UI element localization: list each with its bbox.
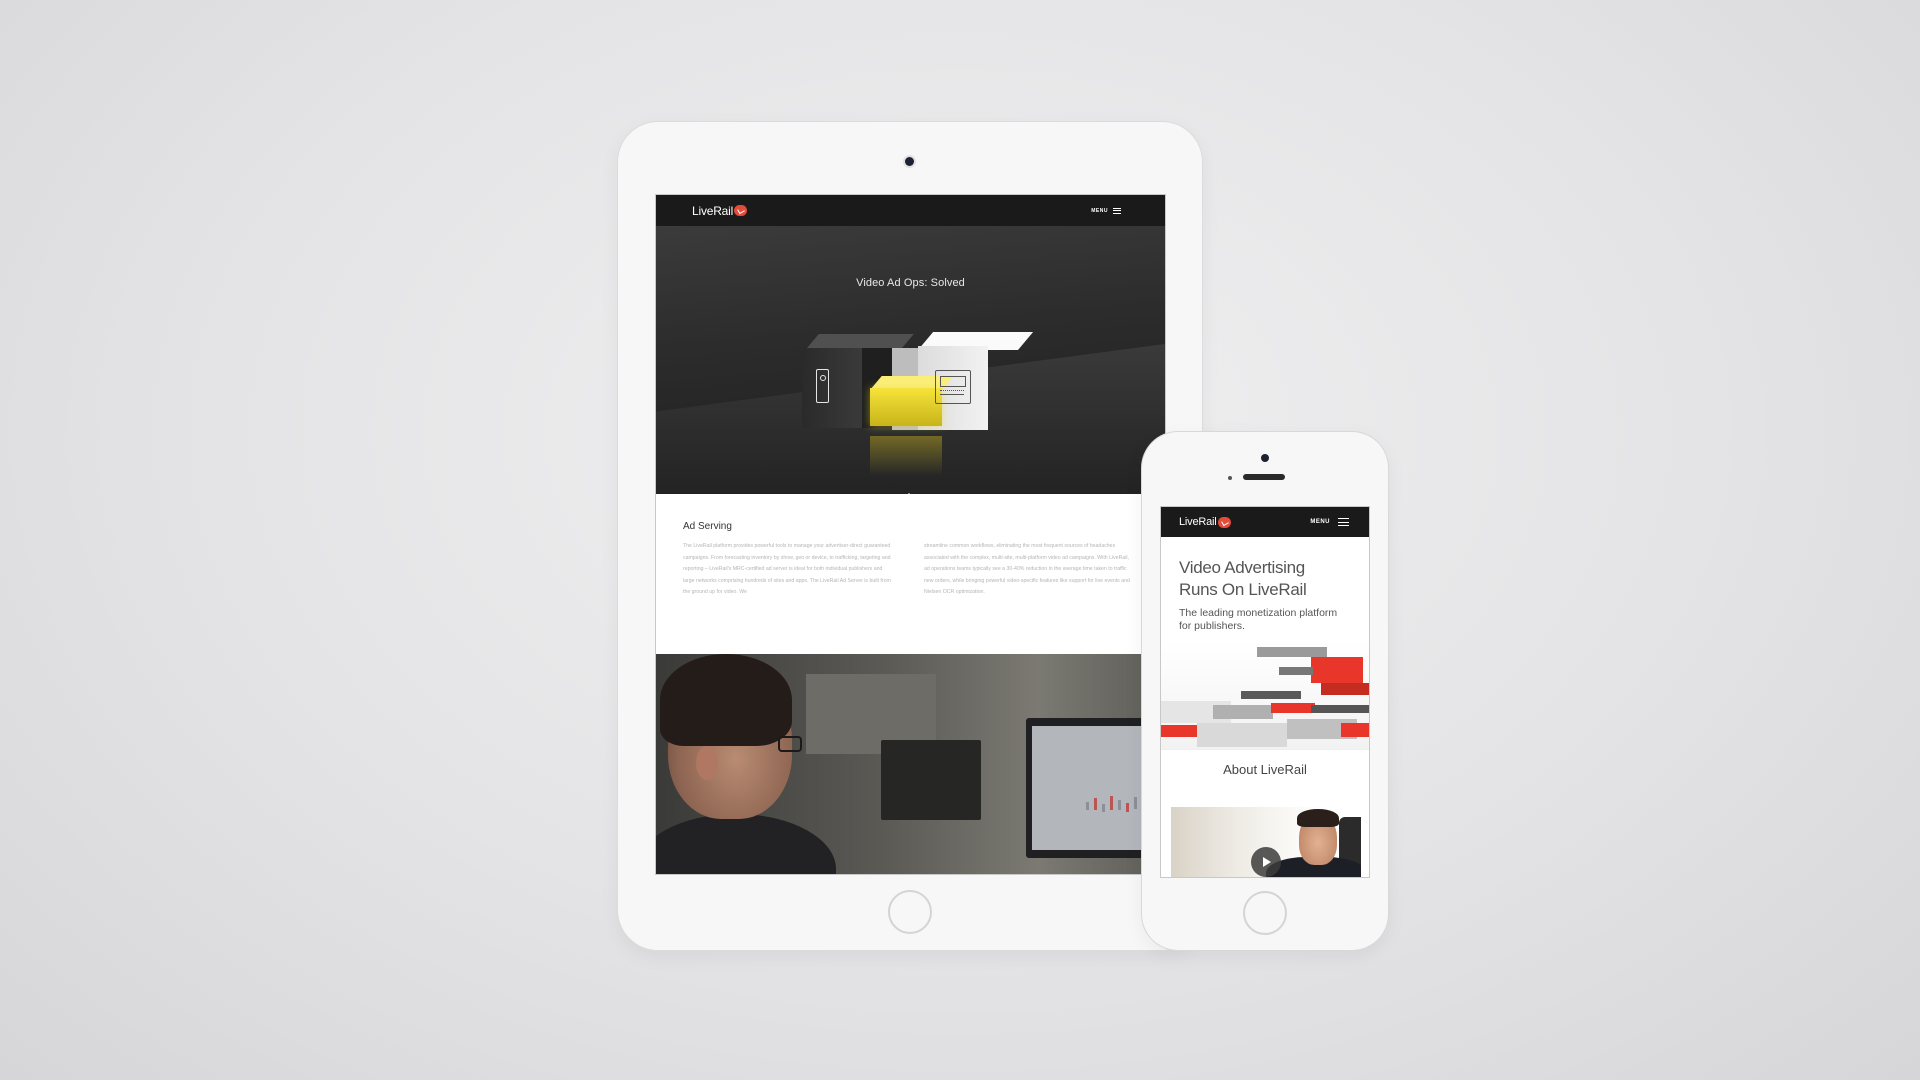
grey-block: [1241, 691, 1301, 699]
phone-camera: [1261, 454, 1269, 462]
menu-label: MENU: [1091, 207, 1108, 214]
tablet-logo[interactable]: LiveRail: [692, 203, 748, 218]
phone-hero-subtitle: The leading monetization platform for pu…: [1179, 607, 1351, 633]
hamburger-icon: [1338, 518, 1349, 526]
logo-mark-icon: [734, 205, 748, 216]
hero-subtitle-line1: The leading monetization platform: [1179, 607, 1338, 619]
tablet-navbar: LiveRail MENU: [656, 195, 1165, 226]
section-heading: Ad Serving: [683, 521, 732, 532]
ad-layout-icon: [935, 370, 971, 404]
yellow-reflection: [870, 436, 942, 476]
about-video[interactable]: [1171, 807, 1361, 877]
phone-hero-illustration: [1161, 639, 1369, 749]
phone-hero-title: Video Advertising Runs On LiveRail: [1179, 557, 1351, 601]
grey-block: [1279, 667, 1313, 675]
phone-menu-button[interactable]: MENU: [1310, 518, 1349, 526]
photo-person-glasses: [778, 736, 802, 752]
logo-mark-icon: [1217, 516, 1231, 528]
phone-logo[interactable]: LiveRail: [1179, 516, 1231, 528]
photo-person-body: [656, 814, 836, 874]
hero-title-line2: Runs On LiveRail: [1179, 580, 1307, 599]
grey-block: [1257, 647, 1327, 657]
ad-serving-section: Ad Serving The LiveRail platform provide…: [656, 494, 1165, 654]
hamburger-icon: [1113, 207, 1121, 214]
grey-block: [1197, 723, 1287, 747]
tablet-hero: Video Ad Ops: Solved: [656, 226, 1165, 499]
logo-text: LiveRail: [692, 203, 734, 218]
menu-label: MENU: [1310, 519, 1330, 525]
about-heading: About LiveRail: [1161, 749, 1369, 787]
phone-navbar: LiveRail MENU: [1161, 507, 1369, 537]
grey-block: [1311, 705, 1369, 713]
tablet-screen: LiveRail MENU Video Ad Ops: Solved Ad Se…: [655, 194, 1166, 875]
phone-screen: LiveRail MENU Video Advertising Runs On …: [1160, 506, 1370, 878]
logo-text: LiveRail: [1179, 516, 1217, 528]
hero-title: Video Ad Ops: Solved: [856, 277, 965, 289]
phone-home-button[interactable]: [1243, 891, 1287, 935]
tablet-menu-button[interactable]: MENU: [1091, 207, 1121, 214]
photo-person-hair: [660, 654, 792, 746]
section-pointer: [903, 493, 915, 499]
red-block: [1341, 723, 1369, 737]
office-photo: [656, 654, 1165, 874]
play-icon[interactable]: [1251, 847, 1281, 877]
red-block: [1161, 725, 1201, 737]
price-tag-icon: [816, 369, 829, 403]
hero-title-line1: Video Advertising: [1179, 558, 1305, 577]
section-text-col2: streamline common workflows, eliminating…: [924, 543, 1130, 595]
tablet-device: LiveRail MENU Video Ad Ops: Solved Ad Se…: [618, 122, 1202, 950]
red-block: [1311, 657, 1363, 683]
tablet-camera: [905, 157, 914, 166]
video-person-hair: [1297, 809, 1339, 827]
phone-hero: Video Advertising Runs On LiveRail The l…: [1161, 537, 1369, 639]
grey-block: [1213, 705, 1273, 719]
red-block: [1271, 703, 1315, 713]
yellow-connector: [870, 388, 942, 426]
tablet-home-button[interactable]: [888, 890, 932, 934]
phone-sensor: [1228, 476, 1232, 480]
phone-speaker: [1243, 474, 1285, 480]
photo-person-ear: [696, 746, 718, 780]
section-text-col1: The LiveRail platform provides powerful …: [683, 543, 891, 595]
hero-subtitle-line2: for publishers.: [1179, 620, 1245, 632]
phone-device: LiveRail MENU Video Advertising Runs On …: [1142, 432, 1388, 950]
dark-cube: [802, 348, 862, 428]
red-block: [1321, 683, 1369, 695]
photo-monitor-back: [881, 740, 981, 820]
